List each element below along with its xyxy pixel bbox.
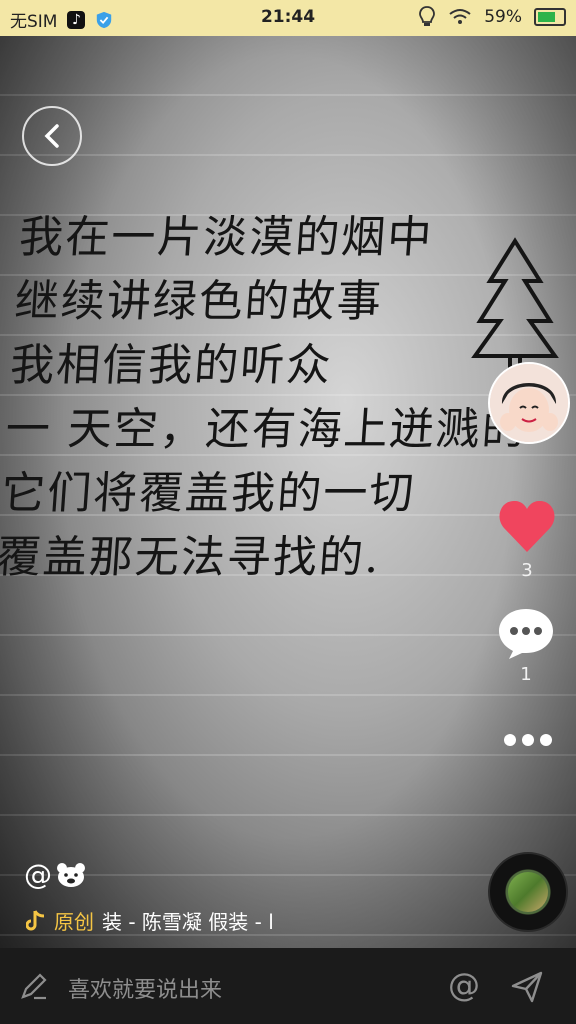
- original-tag: 原创: [54, 910, 94, 934]
- album-cover: [508, 872, 548, 912]
- poem-line: 它们将覆盖我的一切: [0, 468, 418, 519]
- poem-line: 一 天空，还有海上迸溅的: [4, 404, 530, 455]
- lightbulb-icon: [419, 6, 436, 26]
- send-icon[interactable]: [510, 970, 544, 1004]
- like-heart-icon[interactable]: [498, 498, 556, 554]
- poem-line: 我相信我的听众: [8, 340, 335, 391]
- poem-line: 继续讲绿色的故事: [12, 276, 385, 327]
- username-text: @: [24, 858, 52, 891]
- dot-icon: [540, 734, 552, 746]
- poem-line: 覆盖那无法寻找的.: [0, 532, 383, 583]
- pig-emoji-icon: [57, 862, 85, 887]
- avatar-image: [490, 364, 568, 442]
- comment-input[interactable]: 喜欢就要说出来: [68, 972, 222, 1004]
- handwritten-poem: 我在一片淡漠的烟中 继续讲绿色的故事 我相信我的听众 一 天空，还有海上迸溅的 …: [0, 206, 543, 590]
- chevron-left-icon: [44, 124, 59, 148]
- author-avatar[interactable]: [488, 362, 570, 444]
- video-player[interactable]: 我在一片淡漠的烟中 继续讲绿色的故事 我相信我的听众 一 天空，还有海上迸溅的 …: [0, 36, 576, 948]
- author-handle[interactable]: @: [24, 858, 86, 891]
- more-options-button[interactable]: [504, 734, 552, 750]
- pencil-icon: [21, 973, 47, 1000]
- music-disc[interactable]: [488, 852, 568, 932]
- like-count: 3: [521, 560, 533, 581]
- music-info[interactable]: 原创 装 - 陈雪凝 假装 - l: [26, 906, 274, 935]
- comment-bubble-icon[interactable]: [497, 606, 555, 660]
- status-bar: 无SIM ♪ 21:44 59%: [0, 0, 576, 36]
- music-note-icon: [26, 909, 45, 930]
- comment-count: 1: [520, 664, 532, 685]
- dot-icon: [504, 734, 516, 746]
- battery-percent: 59%: [484, 7, 522, 27]
- battery-icon: [534, 8, 566, 26]
- mention-button[interactable]: @: [448, 966, 480, 1004]
- poem-line: 我在一片淡漠的烟中: [17, 212, 436, 263]
- dot-icon: [522, 734, 534, 746]
- back-button[interactable]: [22, 106, 82, 166]
- comment-bar: 喜欢就要说出来 @: [0, 948, 576, 1024]
- wifi-icon: [449, 9, 471, 24]
- music-title: 装 - 陈雪凝 假装 - l: [102, 910, 274, 934]
